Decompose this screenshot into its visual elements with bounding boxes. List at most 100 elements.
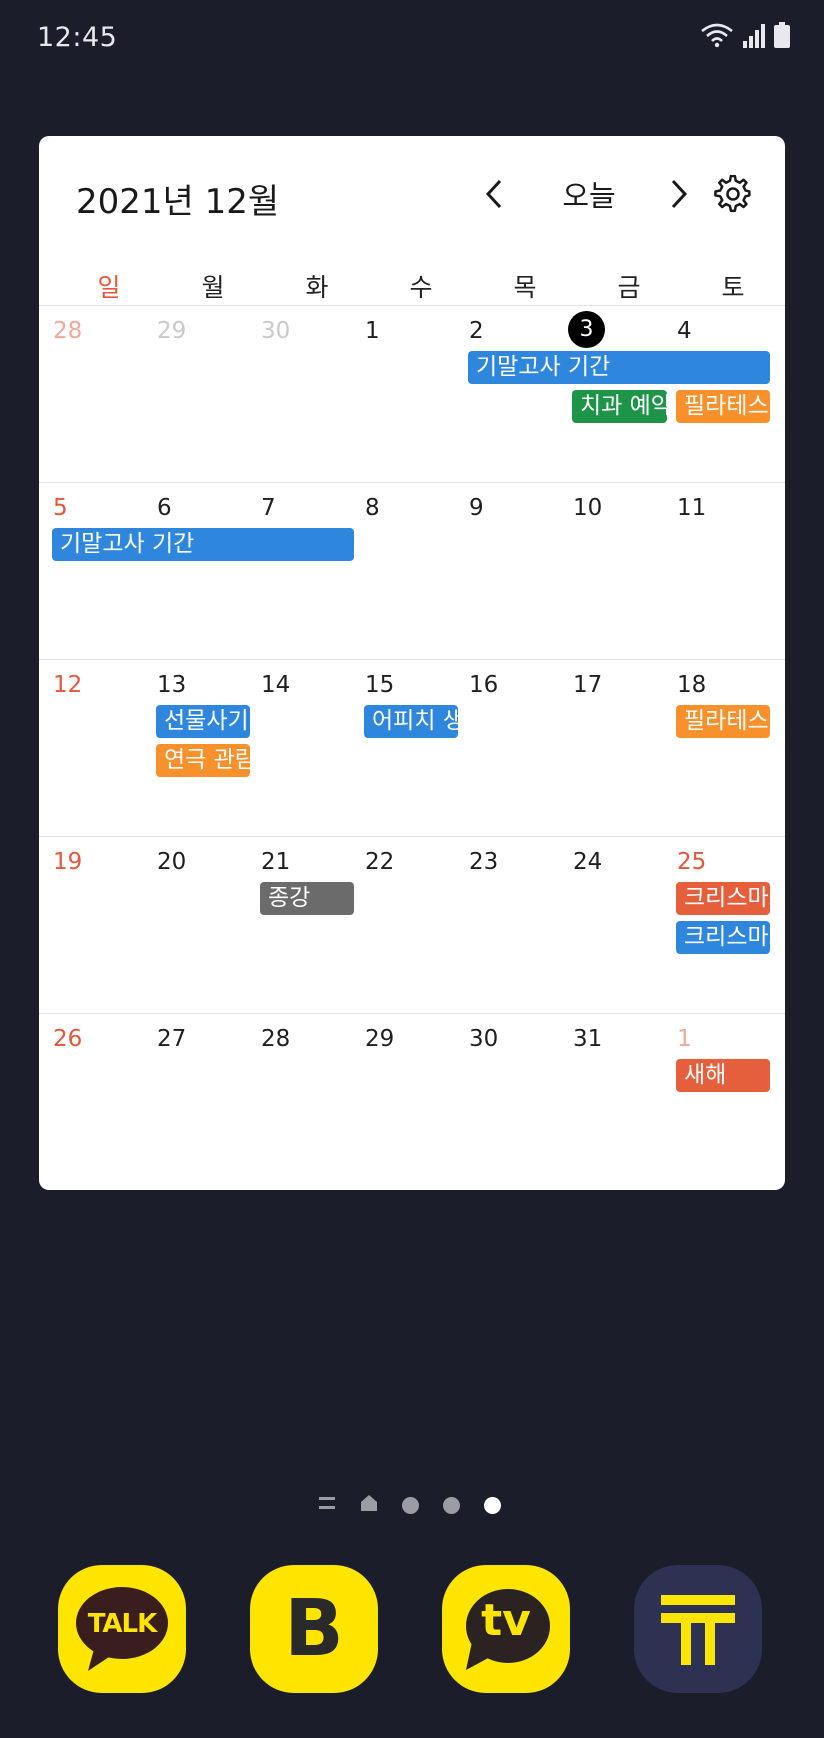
day-number: 22 (365, 849, 395, 875)
day-cell[interactable]: 30 (455, 1014, 559, 1190)
day-cell[interactable]: 5 (39, 483, 143, 659)
day-cell[interactable]: 23 (455, 837, 559, 1013)
calendar-week: 26 27 28 29 30 31 1 새해 (39, 1013, 785, 1190)
day-number: 24 (573, 849, 603, 875)
day-cell[interactable]: 6 (143, 483, 247, 659)
day-cell[interactable]: 1 (663, 1014, 767, 1190)
day-cell[interactable]: 2 (455, 306, 559, 482)
day-cell[interactable]: 29 (143, 306, 247, 482)
status-time: 12:45 (37, 22, 118, 53)
day-cell[interactable]: 28 (39, 306, 143, 482)
day-cell[interactable]: 1 (351, 306, 455, 482)
day-cell[interactable]: 22 (351, 837, 455, 1013)
calendar-header: 2021년 12월 오늘 (39, 136, 785, 256)
day-cell[interactable]: 30 (247, 306, 351, 482)
event-bar[interactable]: 연극 관람 (156, 744, 250, 777)
day-cell[interactable]: 19 (39, 837, 143, 1013)
month-title[interactable]: 2021년 12월 (76, 174, 279, 223)
kakao-blog-app-icon[interactable]: B (250, 1565, 378, 1693)
status-icons (700, 22, 790, 52)
day-cell[interactable]: 10 (559, 483, 663, 659)
day-number: 31 (573, 1026, 603, 1052)
day-number: 12 (53, 672, 83, 698)
day-cell[interactable]: 8 (351, 483, 455, 659)
page-dot-active[interactable] (484, 1496, 501, 1514)
day-number: 28 (53, 318, 83, 344)
day-cell[interactable]: 17 (559, 660, 663, 836)
day-number: 14 (261, 672, 291, 698)
day-number: 19 (53, 849, 83, 875)
day-number: 5 (53, 495, 68, 521)
day-cell[interactable]: 14 (247, 660, 351, 836)
event-bar[interactable]: 필라테스 (676, 705, 770, 738)
day-cell[interactable]: 7 (247, 483, 351, 659)
day-cell[interactable]: 9 (455, 483, 559, 659)
day-cell[interactable]: 26 (39, 1014, 143, 1190)
page-dot[interactable] (402, 1496, 419, 1514)
home-icon[interactable] (360, 1494, 378, 1516)
today-indicator: 3 (568, 311, 605, 348)
day-cell[interactable]: 31 (559, 1014, 663, 1190)
gear-icon (714, 175, 751, 213)
page-dot[interactable] (443, 1496, 460, 1514)
calendar-week: 19 20 21 22 23 24 25 종강 크리스마스 크리스마스 (39, 836, 785, 1013)
settings-button[interactable] (709, 170, 757, 218)
kakao-tv-app-icon[interactable]: tv (442, 1565, 570, 1693)
day-cell[interactable]: 29 (351, 1014, 455, 1190)
day-number: 6 (157, 495, 172, 521)
day-number: 30 (261, 318, 291, 344)
signal-icon (742, 24, 766, 52)
event-bar[interactable]: 기말고사 기간 (468, 351, 770, 384)
kakaotalk-app-icon[interactable]: TALK (58, 1565, 186, 1693)
event-bar[interactable]: 크리스마스 (676, 921, 770, 954)
blog-b-label: B (284, 1584, 344, 1674)
today-button[interactable]: 오늘 (539, 172, 639, 216)
event-bar[interactable]: 기말고사 기간 (52, 528, 354, 561)
day-number: 9 (469, 495, 484, 521)
event-bar[interactable]: 선물사기 (156, 705, 250, 738)
day-number: 11 (677, 495, 707, 521)
event-bar[interactable]: 크리스마스 (676, 882, 770, 915)
event-bar[interactable]: 필라테스 (676, 390, 770, 423)
day-cell[interactable]: 27 (143, 1014, 247, 1190)
next-month-button[interactable] (657, 172, 701, 216)
battery-icon (774, 22, 790, 52)
day-number: 10 (573, 495, 603, 521)
day-cell[interactable]: 12 (39, 660, 143, 836)
day-number: 29 (365, 1026, 395, 1052)
day-cell[interactable]: 24 (559, 837, 663, 1013)
day-number: 29 (157, 318, 187, 344)
page-indicator[interactable] (318, 1493, 501, 1517)
day-number: 8 (365, 495, 380, 521)
day-number: 26 (53, 1026, 83, 1052)
calendar-week: 28 29 30 1 2 3 4 기말고사 기간 치과 예약 필라테스 (39, 305, 785, 482)
day-number: 23 (469, 849, 499, 875)
event-bar[interactable]: 어피치 생일 (364, 705, 458, 738)
day-number: 1 (365, 318, 380, 344)
event-bar[interactable]: 치과 예약 (572, 390, 667, 423)
day-cell[interactable]: 11 (663, 483, 767, 659)
calendar-widget[interactable]: 2021년 12월 오늘 일 월 화 수 목 금 토 28 29 30 1 2 … (39, 136, 785, 1190)
event-bar[interactable]: 새해 (676, 1059, 770, 1092)
day-cell[interactable]: 18 (663, 660, 767, 836)
status-bar: 12:45 (0, 0, 824, 80)
day-number: 25 (677, 849, 707, 875)
day-cell[interactable]: 16 (455, 660, 559, 836)
calendar-week: 12 13 14 15 16 17 18 선물사기 연극 관람 어피치 생일 필… (39, 659, 785, 836)
menu-lines-icon[interactable] (318, 1495, 336, 1515)
day-cell[interactable]: 21 (247, 837, 351, 1013)
event-bar[interactable]: 종강 (260, 882, 354, 915)
kakao-t-app-icon[interactable] (634, 1565, 762, 1693)
kakao-t-icon (661, 1595, 735, 1665)
day-cell[interactable]: 15 (351, 660, 455, 836)
previous-month-button[interactable] (472, 172, 516, 216)
day-number: 21 (261, 849, 291, 875)
day-number: 17 (573, 672, 603, 698)
chevron-left-icon (485, 179, 502, 209)
day-cell[interactable]: 28 (247, 1014, 351, 1190)
chevron-right-icon (671, 179, 688, 209)
day-number: 1 (677, 1026, 692, 1052)
day-cell[interactable]: 20 (143, 837, 247, 1013)
day-number: 2 (469, 318, 484, 344)
day-number: 15 (365, 672, 395, 698)
